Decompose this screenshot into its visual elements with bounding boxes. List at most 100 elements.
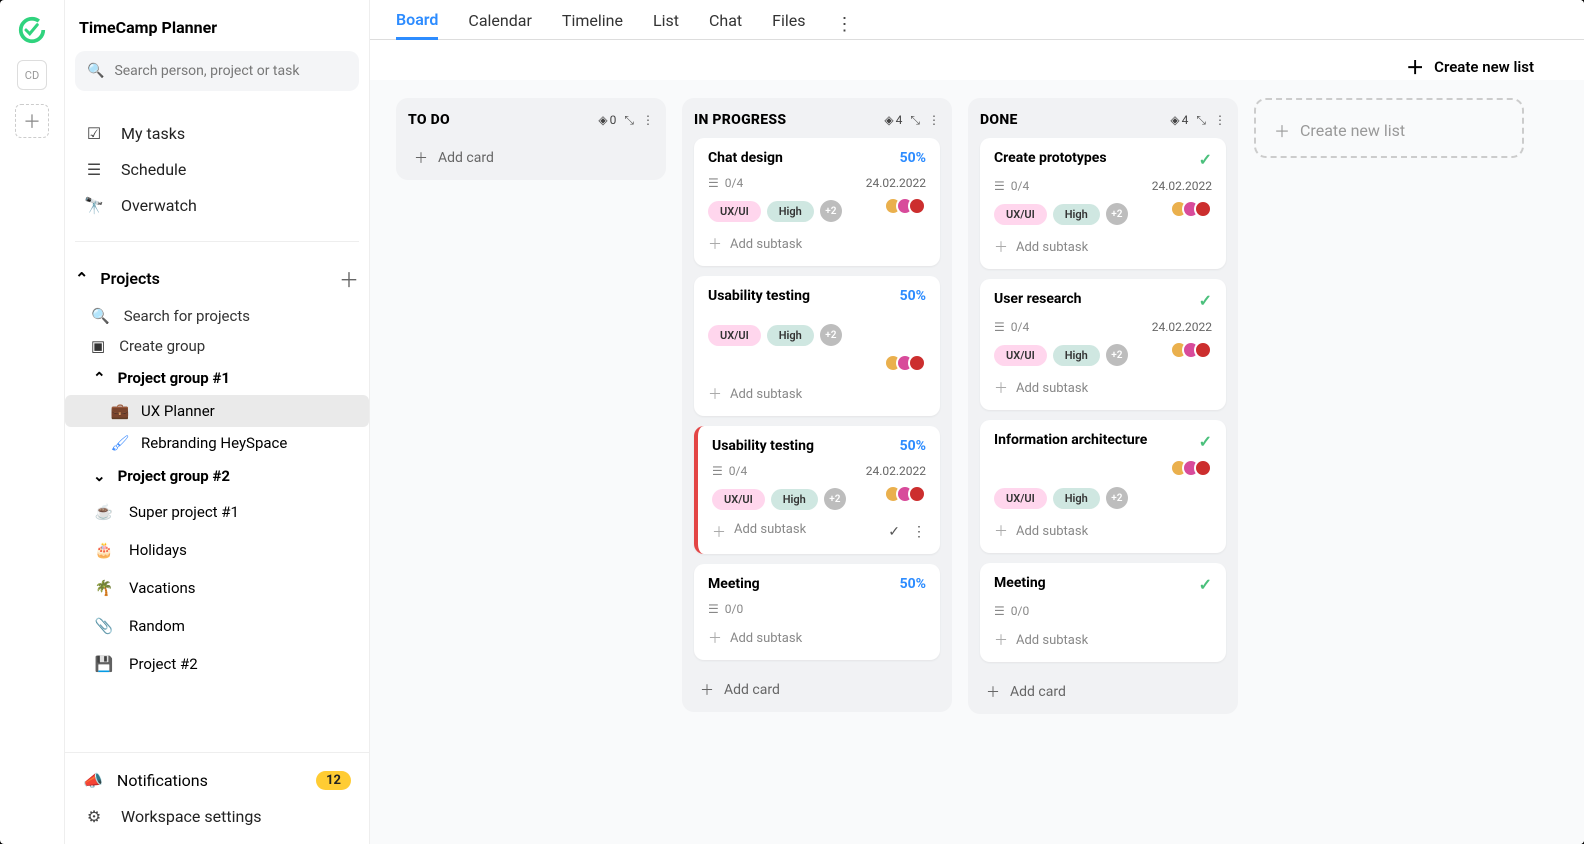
nav-schedule[interactable]: ☰Schedule (71, 151, 363, 187)
column-count: ◈4 (1170, 113, 1188, 127)
notifications[interactable]: 📣Notifications 12 (71, 763, 363, 798)
column-done: DONE ◈4 ⤡ ⋮ Create prototypes✓ ☰ 0/424.0… (968, 98, 1238, 714)
tab-files[interactable]: Files (772, 11, 805, 38)
column-menu-icon[interactable]: ⋮ (1214, 113, 1226, 127)
done-check-icon: ✓ (1199, 575, 1212, 594)
subtask-count: ☰ 0/0 (708, 602, 743, 616)
project-group-2[interactable]: ⌄Project group #2 (65, 459, 369, 493)
card-menu-icon[interactable]: ⋮ (912, 524, 926, 540)
tab-timeline[interactable]: Timeline (562, 11, 623, 38)
clip-icon: 📎 (93, 615, 115, 637)
column-menu-icon[interactable]: ⋮ (642, 113, 654, 127)
divider (75, 241, 359, 242)
project-2[interactable]: 💾Project #2 (65, 645, 369, 683)
add-subtask-button[interactable]: ＋Add subtask (708, 234, 926, 254)
create-new-list-top-button[interactable]: ＋ Create new list (1406, 54, 1534, 80)
tab-chat[interactable]: Chat (709, 11, 742, 38)
add-workspace-button[interactable]: ＋ (15, 104, 49, 138)
add-card-button[interactable]: ＋Add card (980, 672, 1226, 704)
search-icon: 🔍 (87, 63, 104, 79)
card[interactable]: Usability testing50% UX/UIHigh+2 ＋Add su… (694, 276, 940, 416)
tag-high: High (767, 201, 814, 222)
tag-uxui: UX/UI (994, 204, 1047, 225)
plus-icon: ＋ (994, 630, 1008, 650)
project-group-1[interactable]: ⌃Project group #1 (65, 361, 369, 395)
add-card-button[interactable]: ＋Add card (408, 138, 654, 170)
plus-icon: ＋ (1274, 118, 1290, 142)
column-count: ◈4 (884, 113, 902, 127)
create-new-list-column[interactable]: ＋Create new list (1254, 98, 1524, 158)
card[interactable]: User research✓ ☰ 0/424.02.2022 UX/UIHigh… (980, 279, 1226, 410)
card-selected[interactable]: Usability testing50% ☰ 0/424.02.2022 UX/… (694, 426, 940, 554)
done-check-icon: ✓ (1199, 291, 1212, 310)
search-input[interactable]: 🔍 Search person, project or task (75, 51, 359, 91)
plus-icon: ＋ (414, 148, 428, 168)
add-subtask-button[interactable]: ＋Add subtask (994, 521, 1212, 541)
add-subtask-button[interactable]: ＋Add subtask (994, 630, 1212, 650)
subtask-count: ☰ 0/4 (994, 320, 1029, 334)
done-check-icon: ✓ (1199, 150, 1212, 169)
done-check-icon: ✓ (1199, 432, 1212, 451)
search-icon: 🔍 (91, 307, 110, 325)
left-rail: CD ＋ (0, 0, 65, 844)
tag-more: +2 (1106, 344, 1128, 366)
nav-overwatch[interactable]: 🔭Overwatch (71, 187, 363, 223)
workspace-settings[interactable]: ⚙Workspace settings (71, 798, 363, 834)
save-icon: 💾 (93, 653, 115, 675)
tag-more: +2 (1106, 487, 1128, 509)
megaphone-icon: 📣 (83, 771, 103, 790)
project-rebranding[interactable]: 🖌Rebranding HeySpace (65, 427, 369, 459)
collapse-icon[interactable]: ⤡ (910, 113, 920, 128)
tasks-icon: ☑ (81, 123, 107, 143)
add-card-button[interactable]: ＋Add card (694, 670, 940, 702)
column-title: IN PROGRESS (694, 112, 786, 128)
user-avatar[interactable]: CD (17, 60, 47, 90)
collapse-icon[interactable]: ⤡ (624, 113, 634, 128)
plus-icon: ＋ (708, 384, 722, 404)
more-tabs-icon[interactable]: ⋮ (836, 14, 854, 35)
plus-icon: ＋ (994, 237, 1008, 257)
tag-more: +2 (1106, 203, 1128, 225)
main-area: Board Calendar Timeline List Chat Files … (370, 0, 1584, 844)
project-super[interactable]: ☕Super project #1 (65, 493, 369, 531)
card[interactable]: Information architecture✓ UX/UIHigh+2 ＋A… (980, 420, 1226, 553)
add-subtask-button[interactable]: ＋Add subtask (708, 384, 926, 404)
create-group[interactable]: ▣Create group (65, 331, 369, 361)
plus-icon: ＋ (986, 682, 1000, 702)
column-title: TO DO (408, 112, 450, 128)
cup-icon: ☕ (93, 501, 115, 523)
project-random[interactable]: 📎Random (65, 607, 369, 645)
project-holidays[interactable]: 🎂Holidays (65, 531, 369, 569)
project-vacations[interactable]: 🌴Vacations (65, 569, 369, 607)
sidebar: TimeCamp Planner 🔍 Search person, projec… (65, 0, 370, 844)
briefcase-icon: 💼 (111, 402, 129, 420)
column-count: ◈0 (598, 113, 616, 127)
assignees (1170, 459, 1212, 477)
card[interactable]: Meeting✓ ☰ 0/0 ＋Add subtask (980, 563, 1226, 662)
tab-board[interactable]: Board (396, 10, 438, 40)
tab-list[interactable]: List (653, 11, 679, 38)
card[interactable]: Chat design50% ☰ 0/424.02.2022 UX/UIHigh… (694, 138, 940, 266)
overwatch-icon: 🔭 (81, 195, 107, 215)
view-tabs: Board Calendar Timeline List Chat Files … (370, 0, 1584, 40)
projects-section-header[interactable]: ⌃Projects ＋ (65, 256, 369, 301)
card[interactable]: Create prototypes✓ ☰ 0/424.02.2022 UX/UI… (980, 138, 1226, 269)
add-subtask-button[interactable]: ＋Add subtask (994, 378, 1212, 398)
plus-icon: ＋ (994, 521, 1008, 541)
nav-my-tasks[interactable]: ☑My tasks (71, 115, 363, 151)
card[interactable]: Meeting50% ☰ 0/0 ＋Add subtask (694, 564, 940, 660)
add-subtask-button[interactable]: ＋Add subtask (994, 237, 1212, 257)
column-menu-icon[interactable]: ⋮ (928, 113, 940, 127)
chevron-up-icon: ⌃ (93, 369, 106, 387)
collapse-icon[interactable]: ⤡ (1196, 113, 1206, 128)
logo-icon (12, 10, 52, 50)
add-project-button[interactable]: ＋ (339, 264, 359, 293)
tag-uxui: UX/UI (994, 345, 1047, 366)
add-subtask-button[interactable]: ＋Add subtask (708, 628, 926, 648)
tab-calendar[interactable]: Calendar (468, 11, 531, 38)
check-icon[interactable]: ✓ (888, 524, 900, 540)
project-ux-planner[interactable]: 💼UX Planner (65, 395, 369, 427)
add-subtask-button[interactable]: ＋Add subtask ✓⋮ (712, 522, 926, 542)
plus-icon: ＋ (708, 234, 722, 254)
search-for-projects[interactable]: 🔍Search for projects (65, 301, 369, 331)
